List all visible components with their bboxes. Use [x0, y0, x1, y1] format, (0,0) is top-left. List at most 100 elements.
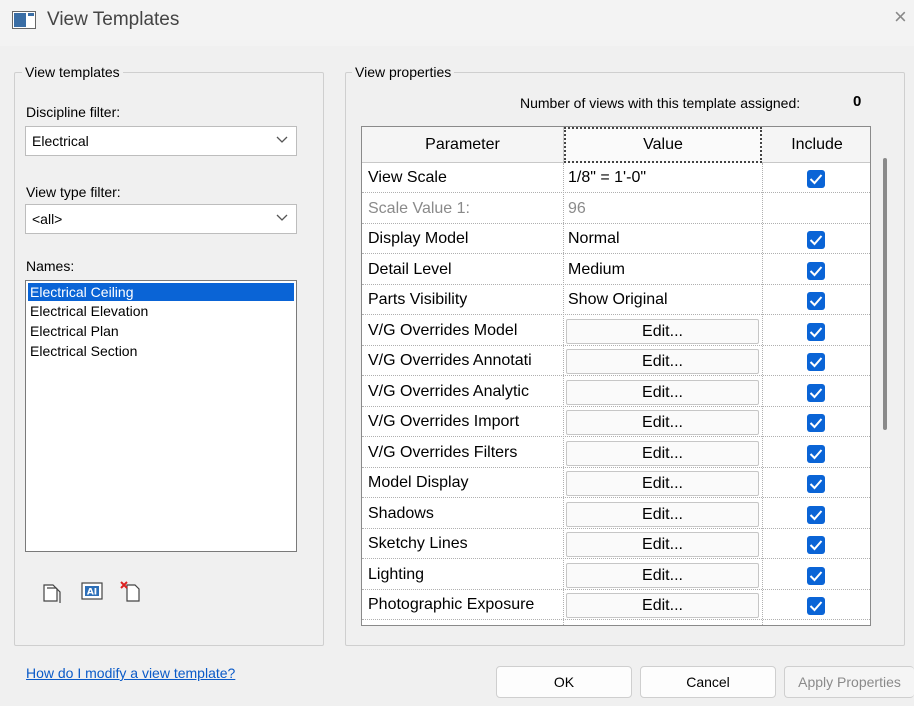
parameter-cell: Shadows	[368, 504, 434, 522]
list-item[interactable]: Electrical Elevation	[26, 301, 296, 321]
table-row[interactable]: Photographic Exposure Edit...	[362, 590, 870, 620]
include-checkbox[interactable]	[807, 261, 825, 280]
checkmark-icon	[809, 235, 823, 246]
checkmark-icon	[809, 540, 823, 551]
delete-icon[interactable]	[120, 580, 142, 602]
checkmark-icon	[809, 479, 823, 490]
edit-button[interactable]: Edit...	[566, 410, 759, 435]
checkmark-icon	[809, 570, 823, 581]
edit-button[interactable]: Edit...	[566, 562, 759, 588]
table-row[interactable]: Scale Value 1: 96	[362, 194, 870, 224]
names-label: Names:	[26, 258, 75, 274]
column-header-parameter[interactable]: Parameter	[362, 127, 564, 163]
parameter-cell: V/G Overrides Import	[368, 413, 520, 430]
edit-button[interactable]: Edit...	[566, 440, 759, 466]
edit-button[interactable]: Edit...	[566, 501, 759, 527]
value-cell[interactable]: 1/8" = 1'-0"	[566, 163, 762, 193]
table-row[interactable]: V/G Overrides Import Edit...	[362, 407, 870, 437]
table-row[interactable]: V/G Overrides Annotati Edit...	[362, 346, 870, 376]
include-checkbox[interactable]	[807, 566, 825, 585]
apply-properties-button[interactable]: Apply Properties	[784, 666, 914, 698]
parameter-cell: Photographic Exposure	[368, 596, 535, 613]
include-checkbox[interactable]	[807, 414, 825, 432]
include-checkbox[interactable]	[807, 292, 825, 310]
parameter-cell: Scale Value 1:	[368, 199, 470, 217]
table-row[interactable]: V/G Overrides Filters Edit...	[362, 438, 870, 468]
rename-icon[interactable]: AI	[81, 580, 103, 602]
column-header-value[interactable]: Value	[564, 127, 762, 163]
view-templates-icon	[12, 11, 36, 29]
parameter-cell: Parts Visibility	[368, 291, 468, 308]
view-type-filter-value: <all>	[32, 211, 63, 227]
list-item[interactable]: Electrical Plan	[26, 321, 296, 341]
edit-button[interactable]: Edit...	[566, 532, 759, 557]
include-checkbox[interactable]	[807, 353, 825, 371]
checkmark-icon	[809, 174, 823, 185]
table-row[interactable]: Lighting Edit...	[362, 560, 870, 590]
checkmark-icon	[809, 418, 823, 429]
column-header-include[interactable]: Include	[762, 127, 870, 163]
table-row[interactable]: Parts Visibility Show Original	[362, 285, 870, 315]
cancel-button[interactable]: Cancel	[640, 666, 776, 698]
properties-table[interactable]: Parameter Value Include View Scale 1/8" =…	[361, 126, 871, 626]
table-row[interactable]: Shadows Edit...	[362, 499, 870, 529]
checkmark-icon	[809, 265, 823, 276]
include-checkbox[interactable]	[807, 597, 825, 615]
value-cell[interactable]: Normal	[566, 224, 762, 254]
include-checkbox[interactable]	[807, 505, 825, 524]
discipline-filter-label: Discipline filter:	[26, 104, 121, 120]
edit-button[interactable]: Edit...	[566, 349, 759, 374]
scrollbar-thumb[interactable]	[883, 158, 887, 430]
svg-text:AI: AI	[87, 588, 97, 598]
include-checkbox[interactable]	[807, 444, 825, 463]
names-list[interactable]: Electrical Ceiling Electrical Elevation …	[25, 280, 297, 552]
chevron-down-icon	[276, 214, 288, 221]
table-row[interactable]: Model Display Edit...	[362, 468, 870, 498]
checkmark-icon	[809, 357, 823, 368]
checkmark-icon	[809, 448, 823, 459]
include-checkbox[interactable]	[807, 383, 825, 402]
table-scrollbar[interactable]	[873, 126, 891, 626]
checkmark-icon	[809, 296, 823, 307]
list-item[interactable]: Electrical Ceiling	[28, 283, 294, 301]
checkmark-icon	[809, 387, 823, 398]
include-checkbox[interactable]	[807, 322, 825, 341]
include-checkbox[interactable]	[807, 170, 825, 188]
list-item[interactable]: Electrical Section	[26, 341, 296, 361]
checkmark-icon	[809, 509, 823, 520]
table-row[interactable]: View Scale 1/8" = 1'-0"	[362, 163, 870, 193]
edit-button[interactable]: Edit...	[566, 318, 759, 344]
table-row[interactable]	[362, 621, 870, 626]
edit-button[interactable]: Edit...	[566, 593, 759, 618]
table-row[interactable]: Detail Level Medium	[362, 255, 870, 285]
close-icon[interactable]: ×	[894, 6, 907, 28]
parameter-cell: V/G Overrides Filters	[368, 443, 518, 461]
include-checkbox[interactable]	[807, 475, 825, 493]
table-row[interactable]: Display Model Normal	[362, 224, 870, 254]
table-row[interactable]: Sketchy Lines Edit...	[362, 529, 870, 559]
window-title: View Templates	[47, 9, 180, 30]
parameter-cell: V/G Overrides Analytic	[368, 382, 529, 400]
edit-button[interactable]: Edit...	[566, 471, 759, 496]
discipline-filter-value: Electrical	[32, 133, 89, 149]
duplicate-icon[interactable]	[41, 582, 63, 604]
view-type-filter-label: View type filter:	[26, 184, 121, 200]
value-cell[interactable]: Medium	[566, 255, 762, 285]
include-checkbox[interactable]	[807, 231, 825, 249]
parameter-cell: Sketchy Lines	[368, 535, 468, 552]
value-cell[interactable]: Show Original	[566, 285, 762, 315]
value-cell[interactable]	[566, 621, 762, 626]
table-row[interactable]: V/G Overrides Analytic Edit...	[362, 377, 870, 407]
chevron-down-icon	[276, 136, 288, 143]
edit-button[interactable]: Edit...	[566, 379, 759, 405]
view-templates-group-title: View templates	[22, 64, 123, 80]
table-row[interactable]: V/G Overrides Model Edit...	[362, 316, 870, 346]
column-divider	[762, 163, 763, 625]
ok-button[interactable]: OK	[496, 666, 632, 698]
discipline-filter-combo[interactable]: Electrical	[25, 126, 297, 156]
include-checkbox[interactable]	[807, 536, 825, 554]
parameter-cell: Lighting	[368, 565, 425, 583]
help-link[interactable]: How do I modify a view template?	[26, 665, 235, 681]
parameter-cell	[368, 621, 562, 626]
view-type-filter-combo[interactable]: <all>	[25, 204, 297, 234]
